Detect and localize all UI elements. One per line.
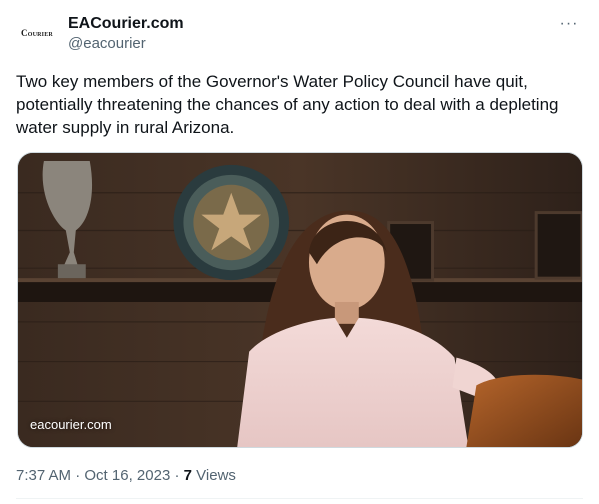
views-label: Views xyxy=(196,467,236,484)
tweet-header: Courier EACourier.com @eacourier ··· xyxy=(16,10,587,56)
author-names: EACourier.com @eacourier xyxy=(68,14,184,54)
tweet: Courier EACourier.com @eacourier ··· Two… xyxy=(0,0,599,504)
tweet-date[interactable]: Oct 16, 2023 xyxy=(84,467,170,484)
divider xyxy=(16,498,583,499)
views-count: 7 xyxy=(183,467,192,484)
more-options-icon[interactable]: ··· xyxy=(557,12,581,36)
avatar[interactable]: Courier xyxy=(16,12,58,54)
author-handle[interactable]: @eacourier xyxy=(68,34,184,54)
meta-separator-2: · xyxy=(174,467,180,484)
media-link-badge[interactable]: eacourier.com xyxy=(30,417,112,433)
media-photo xyxy=(18,153,582,447)
tweet-media-card[interactable]: eacourier.com xyxy=(17,152,583,448)
author-display-name[interactable]: EACourier.com xyxy=(68,14,184,34)
tweet-text: Two key members of the Governor's Water … xyxy=(16,72,559,137)
meta-separator: · xyxy=(75,467,81,484)
avatar-logo-text: Courier xyxy=(21,28,53,38)
tweet-meta: 7:37 AM · Oct 16, 2023 · 7 Views xyxy=(16,466,236,486)
tweet-time[interactable]: 7:37 AM xyxy=(16,467,71,484)
